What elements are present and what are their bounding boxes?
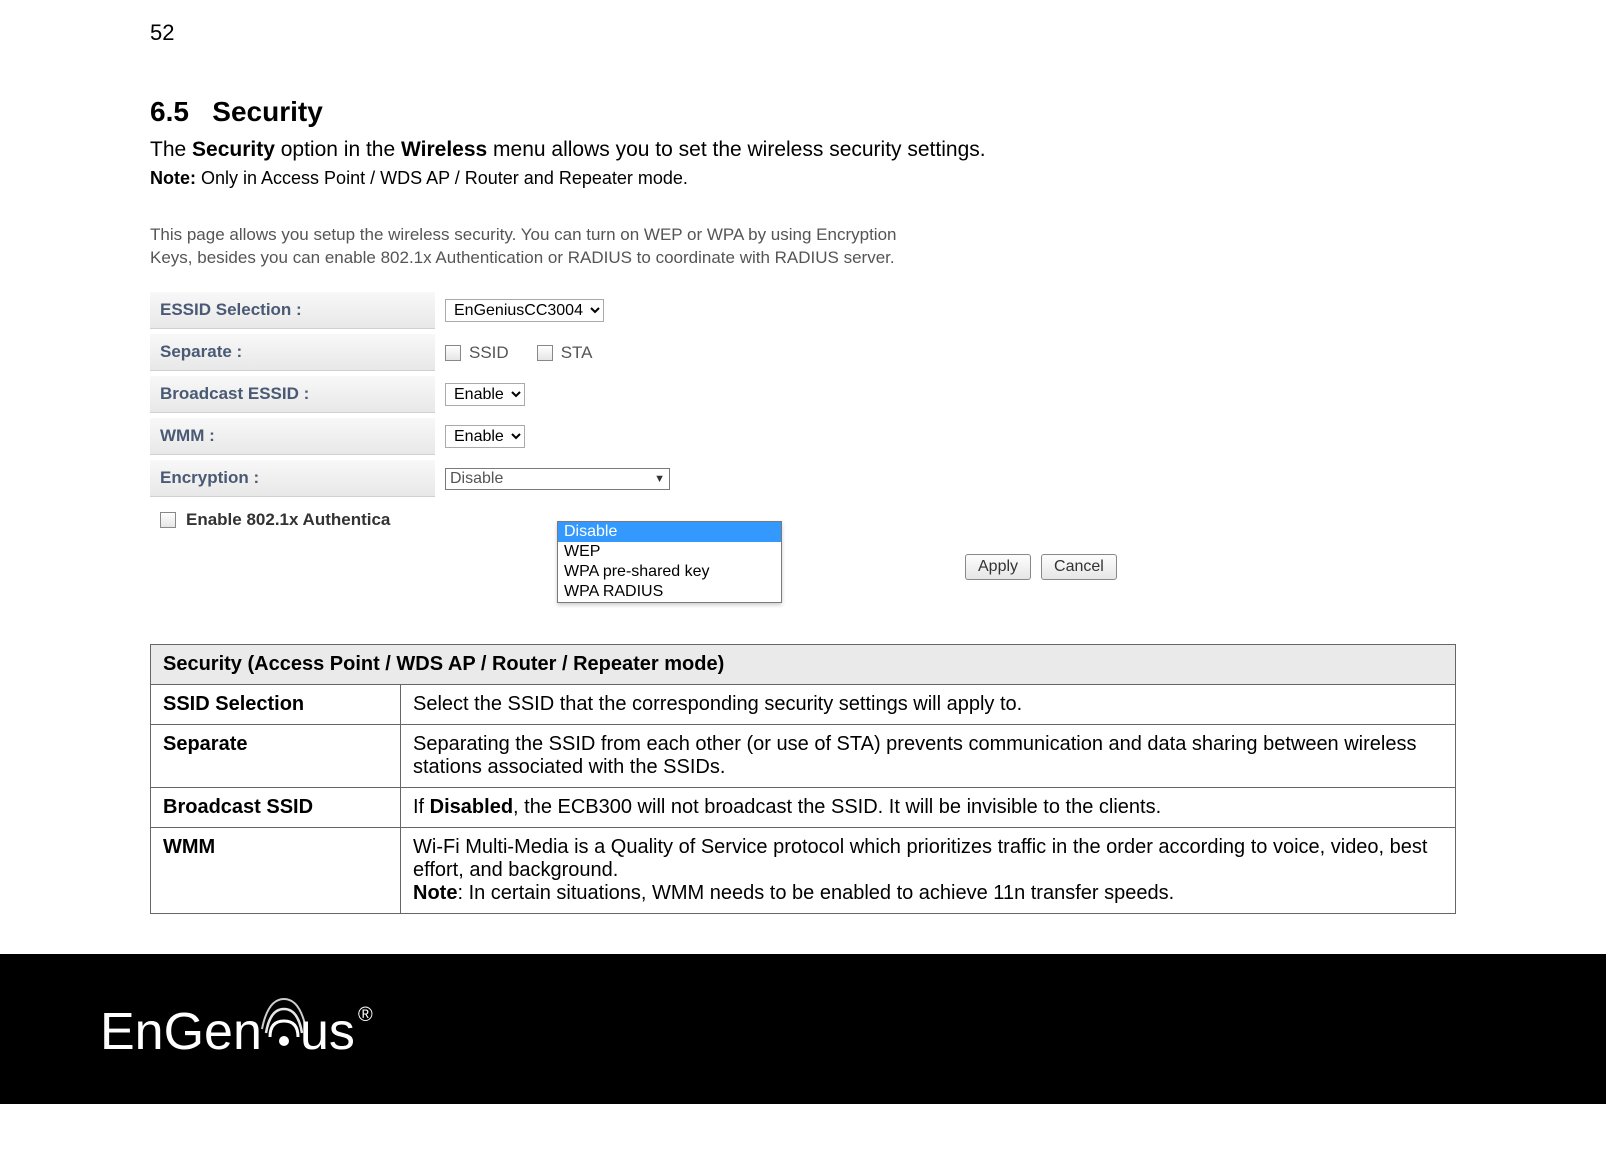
chevron-down-icon: ▼ <box>654 473 665 485</box>
row-text: If Disabled, the ECB300 will not broadca… <box>401 788 1456 828</box>
row-label: SSID Selection <box>151 685 401 725</box>
svg-text:®: ® <box>358 1004 373 1026</box>
cell-bold: Disabled <box>430 796 513 818</box>
table-header: Security (Access Point / WDS AP / Router… <box>151 645 1456 685</box>
panel-buttons: Apply Cancel <box>965 554 1117 580</box>
dropdown-option-wpa-radius[interactable]: WPA RADIUS <box>558 582 781 602</box>
wmm-row: WMM : Enable <box>150 416 1456 458</box>
intro-text: The <box>150 138 192 161</box>
description-table: Security (Access Point / WDS AP / Router… <box>150 644 1456 914</box>
auth-label: Enable 802.1x Authentica <box>186 510 390 530</box>
cell-note-text: : In certain situations, WMM needs to be… <box>457 882 1174 904</box>
row-text: Wi-Fi Multi-Media is a Quality of Servic… <box>401 828 1456 914</box>
broadcast-select[interactable]: Enable <box>445 383 525 406</box>
sta-checkbox[interactable] <box>537 345 553 361</box>
essid-select[interactable]: EnGeniusCC3004 <box>445 299 604 322</box>
table-row: Broadcast SSID If Disabled, the ECB300 w… <box>151 788 1456 828</box>
encryption-row: Encryption : Disable ▼ <box>150 458 1456 500</box>
cell-text-2: , the ECB300 will not broadcast the SSID… <box>513 796 1161 818</box>
dropdown-option-disable[interactable]: Disable <box>558 522 781 542</box>
intro-bold-2: Wireless <box>401 138 487 161</box>
table-row: SSID Selection Select the SSID that the … <box>151 685 1456 725</box>
wmm-select[interactable]: Enable <box>445 425 525 448</box>
dropdown-option-wpa-psk[interactable]: WPA pre-shared key <box>558 562 781 582</box>
dropdown-option-wep[interactable]: WEP <box>558 542 781 562</box>
cell-text: Wi-Fi Multi-Media is a Quality of Servic… <box>413 836 1427 881</box>
page-number: 52 <box>150 20 1456 46</box>
footer: EnGen us ® <box>0 954 1606 1104</box>
wmm-label: WMM : <box>150 418 435 455</box>
apply-button[interactable]: Apply <box>965 554 1031 580</box>
note-label: Note: <box>150 168 196 188</box>
ssid-checkbox[interactable] <box>445 345 461 361</box>
broadcast-label: Broadcast ESSID : <box>150 376 435 413</box>
auth-checkbox[interactable] <box>160 512 176 528</box>
panel-description: This page allows you setup the wireless … <box>150 224 930 270</box>
cell-text: If <box>413 796 430 818</box>
note-line: Note: Only in Access Point / WDS AP / Ro… <box>150 168 1456 189</box>
intro-paragraph: The Security option in the Wireless menu… <box>150 138 1456 162</box>
essid-row: ESSID Selection : EnGeniusCC3004 <box>150 290 1456 332</box>
intro-text-2: option in the <box>275 138 401 161</box>
svg-text:us: us <box>300 1003 355 1061</box>
auth-row: Enable 802.1x Authentica <box>150 500 1456 530</box>
sta-checkbox-label: STA <box>561 343 593 363</box>
section-title: 6.5 Security <box>150 96 1456 128</box>
ssid-checkbox-label: SSID <box>469 343 509 363</box>
row-label: WMM <box>151 828 401 914</box>
row-label: Separate <box>151 725 401 788</box>
row-label: Broadcast SSID <box>151 788 401 828</box>
section-name: Security <box>212 96 323 127</box>
separate-row: Separate : SSID STA <box>150 332 1456 374</box>
encryption-label: Encryption : <box>150 460 435 497</box>
note-text: Only in Access Point / WDS AP / Router a… <box>196 168 688 188</box>
table-row: WMM Wi-Fi Multi-Media is a Quality of Se… <box>151 828 1456 914</box>
encryption-value: Disable <box>450 470 503 488</box>
row-text: Separating the SSID from each other (or … <box>401 725 1456 788</box>
encryption-select[interactable]: Disable ▼ <box>445 468 670 490</box>
intro-bold-1: Security <box>192 138 275 161</box>
encryption-dropdown-open[interactable]: Disable WEP WPA pre-shared key WPA RADIU… <box>557 521 782 603</box>
table-row: Separate Separating the SSID from each o… <box>151 725 1456 788</box>
engenius-logo: EnGen us ® <box>100 989 380 1069</box>
config-panel: This page allows you setup the wireless … <box>150 224 1456 604</box>
essid-label: ESSID Selection : <box>150 292 435 329</box>
svg-text:EnGen: EnGen <box>100 1003 262 1061</box>
cancel-button[interactable]: Cancel <box>1041 554 1117 580</box>
broadcast-row: Broadcast ESSID : Enable <box>150 374 1456 416</box>
separate-label: Separate : <box>150 334 435 371</box>
section-number: 6.5 <box>150 96 189 127</box>
intro-text-3: menu allows you to set the wireless secu… <box>487 138 985 161</box>
cell-note-label: Note <box>413 882 457 904</box>
row-text: Select the SSID that the corresponding s… <box>401 685 1456 725</box>
